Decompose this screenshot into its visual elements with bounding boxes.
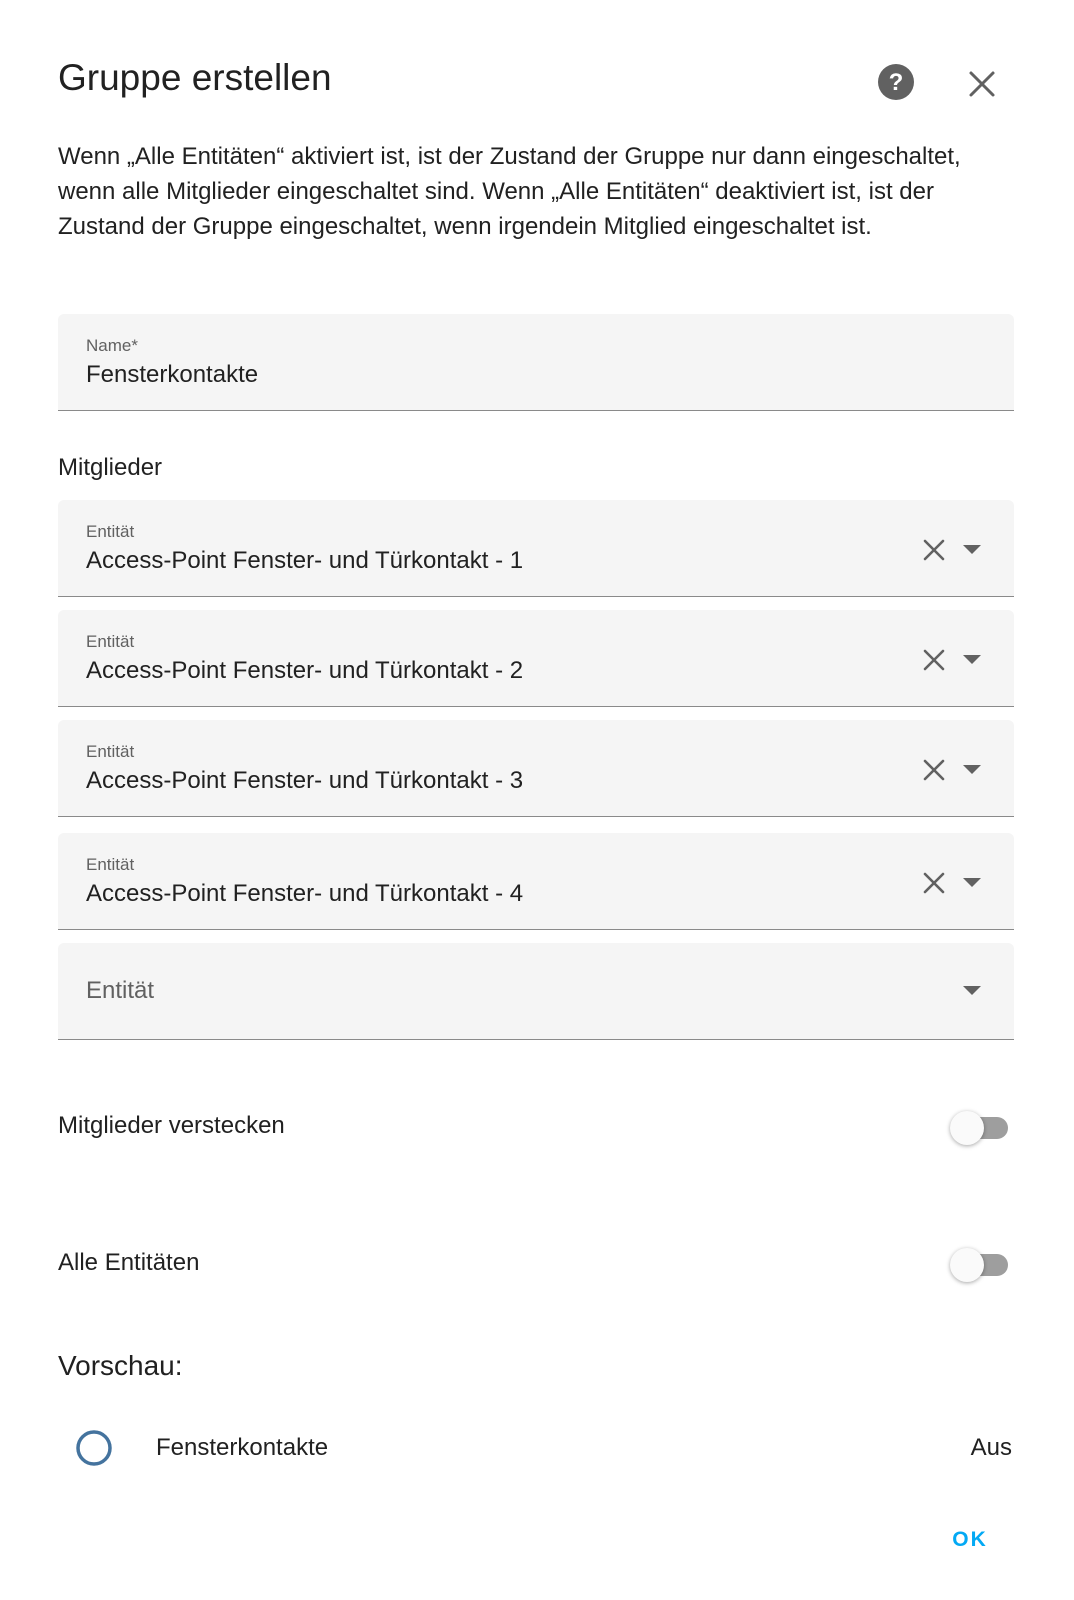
name-field-value[interactable]: Fensterkontakte [86,361,258,389]
member-entity-picker-4[interactable]: Entität Access-Point Fenster- und Türkon… [58,833,1014,930]
name-field-label: Name* [86,336,138,355]
dropdown-arrow-icon[interactable] [960,873,984,893]
help-circle-icon: ? [878,64,914,100]
clear-icon[interactable] [920,536,948,564]
dropdown-arrow-icon[interactable] [960,650,984,670]
member-entity-picker-3[interactable]: Entität Access-Point Fenster- und Türkon… [58,720,1014,817]
entity-picker-label: Entität [86,855,135,874]
preview-title: Vorschau: [58,1350,183,1381]
switch-thumb [950,1111,984,1145]
entity-picker-label: Entität [86,522,135,541]
clear-icon[interactable] [920,869,948,897]
clear-icon[interactable] [920,646,948,674]
entity-picker-value[interactable]: Access-Point Fenster- und Türkontakt - 2 [86,657,523,685]
entity-picker-value[interactable]: Access-Point Fenster- und Türkontakt - 4 [86,880,523,908]
members-label: Mitglieder [58,454,163,481]
dropdown-arrow-icon[interactable] [960,981,984,1001]
member-entity-picker-1[interactable]: Entität Access-Point Fenster- und Türkon… [58,500,1014,597]
svg-text:?: ? [889,69,904,96]
close-icon [969,71,995,97]
help-button[interactable]: ? [876,62,916,102]
name-field[interactable]: Name* Fensterkontakte [58,314,1014,411]
entity-picker-placeholder: Entität [86,977,155,1004]
member-entity-picker-2[interactable]: Entität Access-Point Fenster- und Türkon… [58,610,1014,707]
add-entity-picker[interactable]: Entität [58,943,1014,1040]
dialog-description: Wenn „Alle Entitäten“ aktiviert ist, ist… [58,143,961,240]
switch-thumb [950,1248,984,1282]
close-button[interactable] [962,64,1002,104]
preview-entity-state: Aus [970,1434,1012,1461]
hide-members-switch[interactable] [950,1108,1014,1148]
entity-picker-value[interactable]: Access-Point Fenster- und Türkontakt - 1 [86,547,523,575]
dropdown-arrow-icon[interactable] [960,540,984,560]
all-entities-switch[interactable] [950,1245,1014,1285]
entity-picker-value[interactable]: Access-Point Fenster- und Türkontakt - 3 [86,767,523,795]
preview-entity-name: Fensterkontakte [156,1434,329,1461]
hide-members-label: Mitglieder verstecken [58,1112,285,1139]
clear-icon[interactable] [920,756,948,784]
circle-outline-icon [76,1430,112,1466]
dialog-title: Gruppe erstellen [58,57,332,98]
all-entities-label: Alle Entitäten [58,1249,200,1276]
create-group-dialog: Gruppe erstellen ? Wenn „Alle Entitäten“… [0,0,1074,1600]
ok-button[interactable]: OK [940,1518,1000,1562]
entity-picker-label: Entität [86,632,135,651]
dropdown-arrow-icon[interactable] [960,760,984,780]
entity-picker-label: Entität [86,742,135,761]
